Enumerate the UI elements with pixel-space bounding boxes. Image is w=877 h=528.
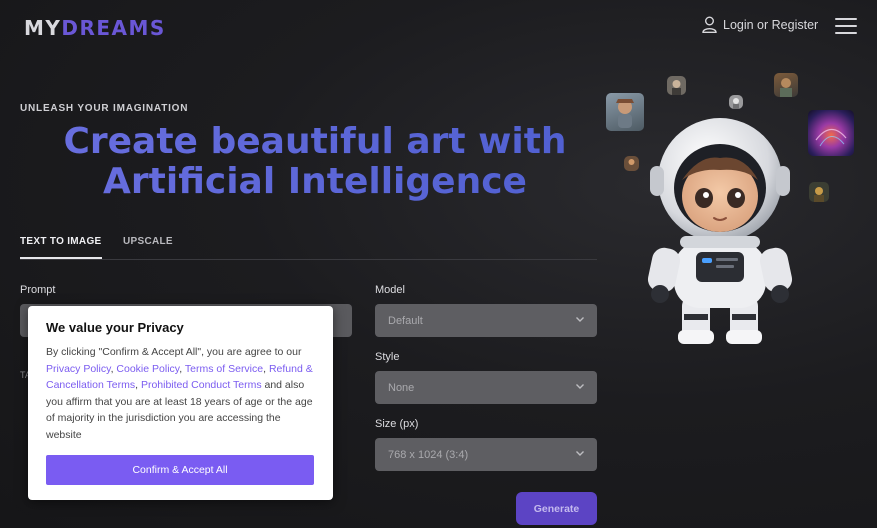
tab-text-to-image[interactable]: TEXT TO IMAGE [20, 236, 102, 259]
header: MYDREAMS Login or Register [0, 0, 877, 56]
prompt-label: Prompt [20, 284, 56, 296]
logo-my: MY [24, 16, 62, 40]
cookie-policy-link[interactable]: Cookie Policy [116, 363, 179, 375]
terms-of-service-link[interactable]: Terms of Service [185, 363, 263, 375]
chevron-down-icon [576, 317, 584, 322]
privacy-modal: We value your Privacy By clicking "Confi… [28, 306, 333, 500]
art-thumbnail [809, 182, 829, 202]
art-thumbnail [808, 110, 854, 156]
chevron-down-icon [576, 384, 584, 389]
style-select[interactable]: None [375, 371, 597, 404]
size-select[interactable]: 768 x 1024 (3:4) [375, 438, 597, 471]
model-label: Model [375, 284, 405, 296]
privacy-text-intro: By clicking "Confirm & Accept All", you … [46, 346, 302, 358]
privacy-modal-title: We value your Privacy [46, 320, 184, 335]
model-select[interactable]: Default [375, 304, 597, 337]
model-value: Default [388, 314, 423, 327]
privacy-policy-link[interactable]: Privacy Policy [46, 363, 111, 375]
mode-tabs: TEXT TO IMAGE UPSCALE [20, 236, 597, 260]
size-value: 768 x 1024 (3:4) [388, 448, 469, 461]
astronaut-illustration [647, 118, 793, 344]
style-label: Style [375, 351, 400, 363]
login-register-link[interactable]: Login or Register [702, 16, 818, 33]
art-thumbnail [774, 73, 798, 97]
privacy-modal-body: By clicking "Confirm & Accept All", you … [46, 344, 318, 443]
generate-button[interactable]: Generate [516, 492, 597, 525]
menu-icon[interactable] [835, 18, 857, 34]
tab-upscale[interactable]: UPSCALE [123, 236, 173, 257]
art-thumbnail [667, 76, 686, 95]
confirm-accept-all-button[interactable]: Confirm & Accept All [46, 455, 314, 485]
logo-dreams: DREAMS [61, 16, 166, 40]
prohibited-conduct-link[interactable]: Prohibited Conduct Terms [141, 379, 262, 391]
logo[interactable]: MYDREAMS [24, 16, 166, 40]
hero-title: Create beautiful art with Artificial Int… [20, 122, 610, 202]
size-label: Size (px) [375, 418, 419, 430]
style-value: None [388, 381, 415, 394]
login-label: Login or Register [723, 17, 819, 32]
art-thumbnail [624, 156, 639, 171]
hero-title-line2: Artificial Intelligence [103, 161, 527, 202]
hero-title-line1: Create beautiful art with [63, 121, 567, 162]
user-icon [702, 16, 717, 33]
hero-eyebrow: UNLEASH YOUR IMAGINATION [20, 103, 189, 114]
chevron-down-icon [576, 451, 584, 456]
art-thumbnail [729, 95, 743, 109]
art-thumbnail [606, 93, 644, 131]
hero-artwork [600, 60, 877, 360]
